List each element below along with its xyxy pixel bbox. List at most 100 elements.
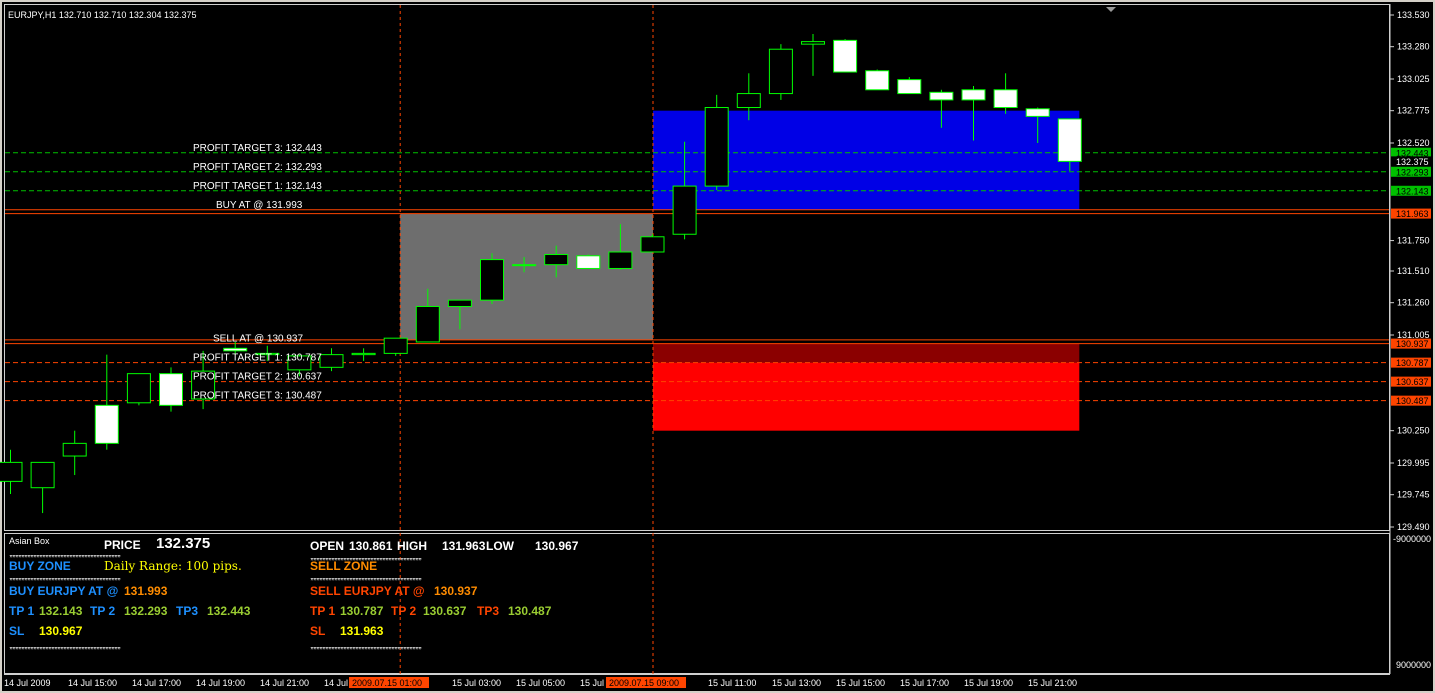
candle-body (512, 264, 537, 267)
candle-body (672, 185, 697, 235)
chart-level-label: PROFIT TARGET 3: 132.443 (193, 143, 322, 154)
sell-tp1-label: TP 1 (310, 604, 336, 618)
chart-level-label: PROFIT TARGET 2: 132.293 (193, 162, 322, 173)
time-tick-label: 15 Jul 21:00 (1028, 678, 1077, 688)
tp2-value: 132.293 (124, 604, 168, 618)
candle-body (351, 352, 376, 356)
candle-body (159, 373, 183, 406)
asian-box-indicator: Asian Box PRICE 132.375 ,,,,,,,,,,,,,,,,… (4, 533, 1431, 673)
chart-level-label: PROFIT TARGET 2: 130.637 (193, 372, 322, 383)
time-marker-label: 2009.07.15 01:00 (352, 678, 422, 688)
candle-body (608, 251, 633, 269)
price-tag-label: 132.375 (1396, 157, 1429, 167)
candle-body (576, 255, 601, 269)
price-tag-label: 130.487 (1396, 396, 1429, 406)
chart-level-label: PROFIT TARGET 1: 132.143 (193, 181, 322, 192)
time-tick-label: 14 Jul 19:00 (196, 678, 245, 688)
price-tag-label: 131.963 (1396, 209, 1429, 219)
candle-body (223, 347, 248, 352)
candle-body (865, 70, 890, 91)
indicator-title: Asian Box (9, 536, 50, 546)
candle-body (126, 373, 151, 404)
price-tick-label: 131.260 (1397, 298, 1430, 308)
candle-body (897, 79, 922, 95)
low-value: 130.967 (535, 539, 579, 553)
candle-body (704, 107, 729, 187)
candle-body (768, 48, 793, 95)
price-tick-label: 130.250 (1397, 426, 1430, 436)
scroll-marker-icon[interactable] (1106, 7, 1116, 12)
sell-sl-value: 131.963 (340, 624, 384, 638)
candle-body (640, 236, 665, 253)
tp1-value: 132.143 (39, 604, 83, 618)
sell-zone-lower (653, 362, 1080, 431)
sell-tp2-label: TP 2 (391, 604, 417, 618)
candle-body (929, 91, 954, 101)
tp3-label: TP3 (176, 604, 199, 618)
time-marker-label: 2009.07.15 09:00 (609, 678, 679, 688)
chart-level-label: PROFIT TARGET 1: 130.787 (193, 353, 322, 364)
candle-body (62, 442, 87, 457)
price-tag-label: 132.293 (1396, 167, 1429, 177)
symbol-header: EURJPY,H1 132.710 132.710 132.304 132.37… (8, 10, 197, 20)
candle-body (383, 337, 408, 354)
candle-body (544, 254, 569, 266)
time-tick-label: 15 Jul 19:00 (964, 678, 1013, 688)
price-tag-label: 130.637 (1396, 377, 1429, 387)
sell-tp3-label: TP3 (477, 604, 500, 618)
buy-at-label: BUY EURJPY AT @ (9, 584, 119, 598)
dots-3: ,,,,,,,,,,,,,,,,,,,,,,,,,,,,,,,,,,,,,,,,… (9, 640, 121, 650)
price-tick-label: 133.280 (1397, 42, 1430, 52)
candle-body (0, 461, 23, 482)
candle-body (736, 93, 761, 109)
sell-zone-upper (653, 343, 1080, 363)
sell-tp3-value: 130.487 (508, 604, 552, 618)
price-tick-label: 129.490 (1397, 522, 1430, 532)
sell-sl-label: SL (310, 624, 326, 638)
chart-window: PROFIT TARGET 3: 132.443 PROFIT TARGET 2:… (0, 0, 1435, 693)
time-tick-label: 14 Jul 15:00 (68, 678, 117, 688)
price-tick-label: 129.995 (1397, 458, 1430, 468)
time-tick-label: 15 Jul 11:00 (708, 678, 756, 688)
sell-tp1-value: 130.787 (340, 604, 384, 618)
time-tick-label: 15 Jul 15:00 (836, 678, 885, 688)
time-tick-label: 15 Jul 13:00 (772, 678, 821, 688)
chart-level-label: PROFIT TARGET 3: 130.487 (193, 391, 322, 402)
price-tick-label: 131.750 (1397, 236, 1430, 246)
candle-body (961, 89, 986, 101)
price-tag-label: 132.143 (1396, 186, 1429, 196)
price-tag-label: 130.937 (1396, 339, 1429, 349)
tp1-label: TP 1 (9, 604, 35, 618)
candle-body (801, 41, 825, 45)
candle-body (1025, 108, 1050, 117)
chart-level-label: BUY AT @ 131.993 (216, 200, 303, 211)
candle-body (480, 259, 504, 301)
price-tick-label: 133.025 (1397, 74, 1430, 84)
time-tick-label: 14 Jul 21:00 (260, 678, 309, 688)
price-tag-label: 130.787 (1396, 358, 1429, 368)
chart-level-label: SELL AT @ 130.937 (213, 334, 303, 345)
main-pane-border (4, 4, 1390, 531)
candle-body (1057, 118, 1082, 162)
buy-at-value: 131.993 (124, 584, 168, 598)
time-tick-label: 15 Jul 05:00 (516, 678, 565, 688)
sell-at-label: SELL EURJPY AT @ (310, 584, 425, 598)
candle-body (319, 354, 344, 368)
candle-body (415, 305, 440, 343)
time-tick-label: 14 Jul 17:00 (132, 678, 181, 688)
price-tick-label: 133.530 (1397, 10, 1430, 20)
time-tick-label: 14 Jul 2009 (4, 678, 51, 688)
price-tick-label: 132.775 (1397, 106, 1430, 116)
price-tick-label: 131.510 (1397, 266, 1430, 276)
sell-tp2-value: 130.637 (423, 604, 467, 618)
dots-6: ,,,,,,,,,,,,,,,,,,,,,,,,,,,,,,,,,,,,,,,,… (310, 640, 422, 650)
candle-body (993, 89, 1018, 109)
sl-label: SL (9, 624, 25, 638)
dots-2: ,,,,,,,,,,,,,,,,,,,,,,,,,,,,,,,,,,,,,,,,… (9, 571, 121, 581)
dots-1: ,,,,,,,,,,,,,,,,,,,,,,,,,,,,,,,,,,,,,,,,… (9, 548, 121, 558)
tp3-value: 132.443 (207, 604, 251, 618)
sl-value: 130.967 (39, 624, 83, 638)
tp2-label: TP 2 (90, 604, 116, 618)
price-tick-label: 129.745 (1397, 490, 1430, 500)
indicator-axis-bottom: 9000000 (1396, 660, 1432, 670)
